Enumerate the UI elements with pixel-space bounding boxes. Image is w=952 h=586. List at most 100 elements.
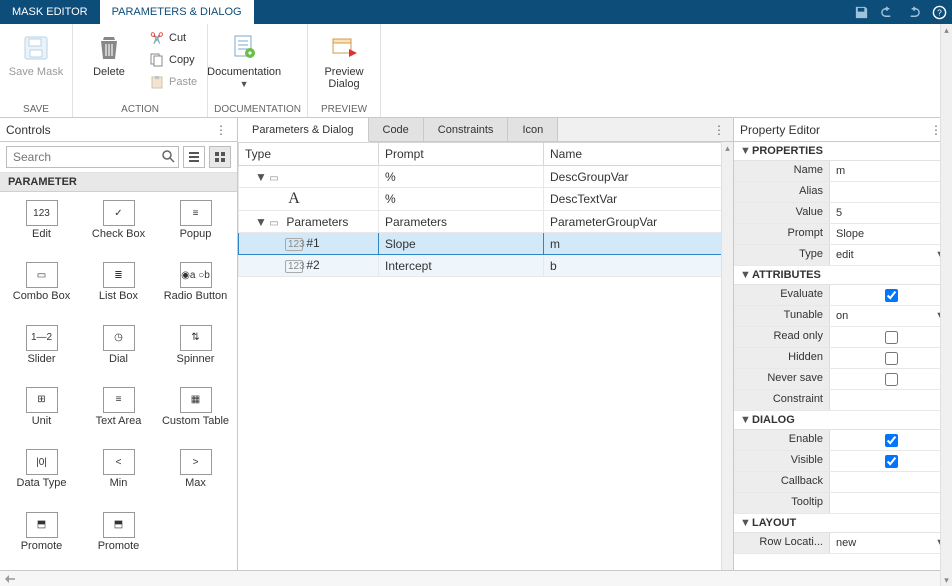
table-row[interactable]: 123 #2 Intercept b (239, 255, 733, 277)
preview-dialog-button[interactable]: Preview Dialog (314, 28, 374, 94)
control-text-area[interactable]: ≡Text Area (81, 385, 156, 439)
table-row[interactable]: ▼▭ Parameters Parameters ParameterGroupV… (239, 211, 733, 233)
control-data-type[interactable]: |0|Data Type (4, 447, 79, 501)
row-name[interactable]: DescTextVar (544, 188, 733, 211)
prop-checkbox[interactable] (885, 455, 898, 468)
cut-button[interactable]: ✂️ Cut (145, 28, 201, 48)
prop-value-text[interactable]: m (836, 165, 845, 177)
view-list-button[interactable] (183, 146, 205, 168)
ribbon-group-action: ACTION (79, 102, 201, 115)
row-prompt[interactable]: Slope (379, 233, 544, 255)
prop-row-constraint: Constraint (734, 390, 952, 411)
table-row[interactable]: 123 #1 Slope m (239, 233, 733, 255)
row-prompt[interactable]: Parameters (379, 211, 544, 233)
tab-code[interactable]: Code (369, 118, 424, 141)
undo-icon[interactable] (874, 0, 900, 24)
controls-menu-icon[interactable]: ⋮ (211, 123, 231, 137)
row-name[interactable]: ParameterGroupVar (544, 211, 733, 233)
tab-mask-editor[interactable]: MASK EDITOR (0, 0, 100, 24)
col-type[interactable]: Type (239, 143, 379, 166)
control-list-box[interactable]: ≣List Box (81, 260, 156, 314)
help-icon[interactable]: ? (926, 0, 952, 24)
row-name[interactable]: m (544, 233, 733, 255)
prop-label: Alias (734, 182, 830, 202)
control-unit[interactable]: ⊞Unit (4, 385, 79, 439)
row-name[interactable]: b (544, 255, 733, 277)
tab-constraints[interactable]: Constraints (424, 118, 509, 141)
tab-params-dialog[interactable]: Parameters & Dialog (238, 118, 369, 142)
control-slider[interactable]: 1—2Slider (4, 323, 79, 377)
copy-button[interactable]: Copy (145, 50, 201, 70)
redo-icon[interactable] (900, 0, 926, 24)
prop-label: Value (734, 203, 830, 223)
prop-value-text[interactable]: Slope (836, 228, 864, 240)
col-name[interactable]: Name (544, 143, 733, 166)
control-label: Popup (180, 228, 212, 240)
prop-checkbox[interactable] (885, 373, 898, 386)
tab-icon[interactable]: Icon (508, 118, 558, 141)
paste-button[interactable]: Paste (145, 72, 201, 92)
prop-label: Name (734, 161, 830, 181)
table-row[interactable]: ▼▭ % DescGroupVar (239, 166, 733, 188)
property-scroll-gutter[interactable]: ▴ ▾ (940, 118, 952, 570)
tab-parameters-dialog[interactable]: PARAMETERS & DIALOG (100, 0, 254, 24)
nav-back-icon[interactable] (4, 574, 16, 584)
scroll-up-icon[interactable]: ▴ (722, 142, 733, 154)
view-grid-button[interactable] (209, 146, 231, 168)
control-custom-table[interactable]: ▦Custom Table (158, 385, 233, 439)
control-max[interactable]: >Max (158, 447, 233, 501)
control-dial[interactable]: ◷Dial (81, 323, 156, 377)
control-edit[interactable]: 123Edit (4, 198, 79, 252)
prop-checkbox[interactable] (885, 289, 898, 302)
prop-checkbox[interactable] (885, 434, 898, 447)
control-radio-button[interactable]: ◉a ○bRadio Button (158, 260, 233, 314)
prop-value-text[interactable]: new (836, 537, 856, 549)
prop-row-prompt: PromptSlope (734, 224, 952, 245)
section-twisty-icon[interactable]: ▼ (740, 517, 752, 529)
control-min[interactable]: <Min (81, 447, 156, 501)
title-tabbar: MASK EDITOR PARAMETERS & DIALOG ? (0, 0, 952, 24)
svg-text:?: ? (937, 7, 942, 17)
row-prompt[interactable]: % (379, 188, 544, 211)
row-prompt[interactable]: % (379, 166, 544, 188)
section-twisty-icon[interactable]: ▼ (740, 145, 752, 157)
control-label: Promote (21, 540, 63, 552)
prop-value-text[interactable]: 5 (836, 207, 842, 219)
prop-value-text[interactable]: edit (836, 249, 854, 261)
prop-section-attributes[interactable]: ▼ATTRIBUTES (734, 266, 952, 285)
controls-search-input[interactable] (6, 146, 179, 168)
tree-twisty-icon[interactable]: ▼ (255, 215, 265, 229)
center-menu-icon[interactable]: ⋮ (705, 118, 733, 141)
control-promote[interactable]: ⬒Promote (4, 510, 79, 564)
ribbon-group-preview: PREVIEW (314, 102, 374, 115)
controls-title: Controls (6, 123, 51, 137)
section-twisty-icon[interactable]: ▼ (740, 269, 752, 281)
control-combo-box[interactable]: ▭Combo Box (4, 260, 79, 314)
row-prompt[interactable]: Intercept (379, 255, 544, 277)
delete-button[interactable]: Delete (79, 28, 139, 82)
search-icon[interactable] (161, 149, 175, 163)
prop-section-layout[interactable]: ▼LAYOUT (734, 514, 952, 533)
control-check-box[interactable]: ✓Check Box (81, 198, 156, 252)
control-spinner[interactable]: ⇅Spinner (158, 323, 233, 377)
document-icon (228, 32, 260, 64)
prop-row-callback: Callback (734, 472, 952, 493)
tree-twisty-icon[interactable]: ▼ (255, 170, 265, 184)
control-promote[interactable]: ⬒Promote (81, 510, 156, 564)
prop-value-text[interactable]: on (836, 310, 848, 322)
prop-section-properties[interactable]: ▼PROPERTIES (734, 142, 952, 161)
row-name[interactable]: DescGroupVar (544, 166, 733, 188)
prop-row-read-only: Read only (734, 327, 952, 348)
center-scroll-gutter[interactable]: ▴ (721, 142, 733, 570)
section-twisty-icon[interactable]: ▼ (740, 414, 752, 426)
control-popup[interactable]: ≡Popup (158, 198, 233, 252)
prop-section-dialog[interactable]: ▼DIALOG (734, 411, 952, 430)
prop-row-value: Value 5 (734, 203, 952, 224)
documentation-button[interactable]: Documentation▼ (214, 28, 274, 94)
prop-checkbox[interactable] (885, 352, 898, 365)
table-row[interactable]: A % DescTextVar (239, 188, 733, 211)
col-prompt[interactable]: Prompt (379, 143, 544, 166)
prop-checkbox[interactable] (885, 331, 898, 344)
save-icon[interactable] (848, 0, 874, 24)
row-type: Parameters (286, 215, 348, 229)
